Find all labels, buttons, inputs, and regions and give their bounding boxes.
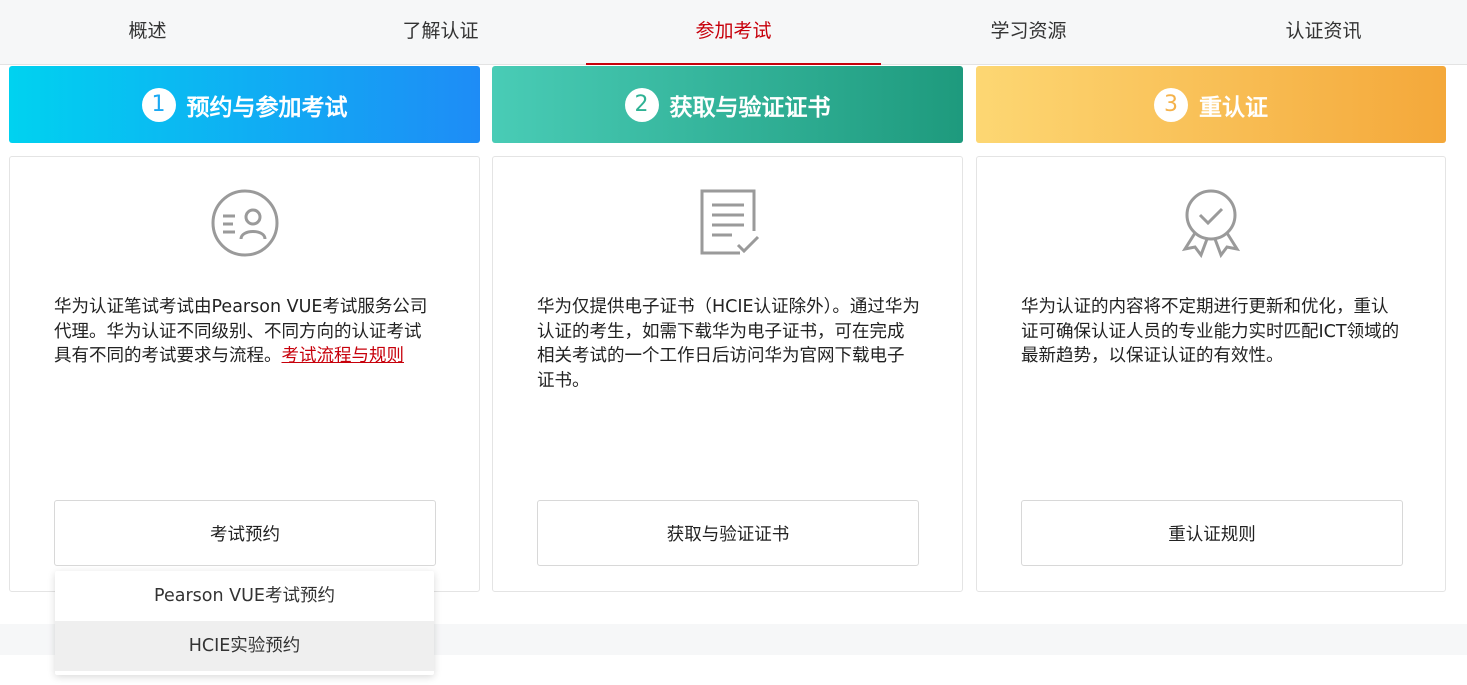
step-title-1: 预约与参加考试: [186, 94, 348, 121]
step-card-3: 华为认证的内容将不定期进行更新和优化，重认证可确保认证人员的专业能力实时匹配IC…: [976, 156, 1446, 592]
tab-learn-certification[interactable]: 了解认证: [293, 0, 588, 64]
id-card-icon: [211, 189, 278, 257]
step-number-2: 2: [624, 87, 659, 122]
award-badge-icon: [1181, 189, 1241, 259]
step-card-1: 华为认证笔试考试由Pearson VUE考试服务公司代理。华为认证不同级别、不同…: [9, 156, 480, 592]
step-number-1: 1: [141, 87, 176, 122]
recertification-rules-button[interactable]: 重认证规则: [1021, 500, 1403, 566]
tab-learning-resources[interactable]: 学习资源: [881, 0, 1176, 64]
exam-rules-link[interactable]: 考试流程与规则: [282, 346, 405, 366]
step-description-1: 华为认证笔试考试由Pearson VUE考试服务公司代理。华为认证不同级别、不同…: [54, 297, 428, 366]
tab-take-exam[interactable]: 参加考试: [586, 0, 881, 65]
document-check-icon: [700, 189, 759, 255]
step-card-2: 华为仅提供电子证书（HCIE认证除外）。通过华为认证的考生，如需下载华为电子证书…: [492, 156, 963, 592]
get-verify-certificate-button[interactable]: 获取与验证证书: [537, 500, 919, 566]
exam-booking-button[interactable]: 考试预约: [54, 500, 436, 566]
hcie-lab-booking-option[interactable]: HCIE实验预约: [55, 621, 434, 671]
step-title-2: 获取与验证证书: [669, 94, 831, 121]
pearson-vue-booking-option[interactable]: Pearson VUE考试预约: [55, 571, 434, 621]
top-tab-bar: 概述 了解认证 参加考试 学习资源 认证资讯: [0, 0, 1467, 65]
step-banner-2: 2 获取与验证证书: [492, 66, 963, 143]
exam-booking-dropdown: Pearson VUE考试预约 HCIE实验预约: [55, 571, 434, 675]
step-number-3: 3: [1154, 87, 1188, 122]
step-title-3: 重认证: [1199, 94, 1268, 121]
step-banner-3: 3 重认证: [976, 66, 1446, 143]
step-description-2: 华为仅提供电子证书（HCIE认证除外）。通过华为认证的考生，如需下载华为电子证书…: [537, 297, 920, 391]
step-banner-1: 1 预约与参加考试: [9, 66, 480, 143]
tab-certification-news[interactable]: 认证资讯: [1176, 0, 1467, 64]
step-description-3: 华为认证的内容将不定期进行更新和优化，重认证可确保认证人员的专业能力实时匹配IC…: [1021, 297, 1400, 366]
tab-overview[interactable]: 概述: [0, 0, 295, 64]
